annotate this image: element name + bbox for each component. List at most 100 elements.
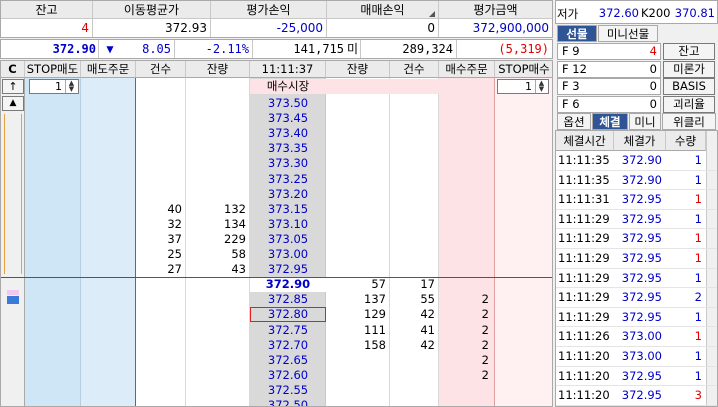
- sell-order-cell[interactable]: [81, 202, 136, 217]
- sell-order-cell[interactable]: [81, 383, 136, 398]
- stop-buy-cell[interactable]: [495, 232, 552, 247]
- stop-buy-cell[interactable]: [495, 187, 552, 202]
- buy-order-cell[interactable]: [439, 277, 495, 292]
- stop-sell-cell[interactable]: [25, 247, 81, 262]
- stop-buy-cell[interactable]: [495, 368, 552, 383]
- tab-weekly[interactable]: 위클리: [662, 113, 716, 130]
- stop-buy-cell[interactable]: [495, 338, 552, 353]
- price-level[interactable]: 372.60: [250, 368, 326, 383]
- sell-order-cell[interactable]: [81, 353, 136, 368]
- buy-order-cell[interactable]: 2: [439, 307, 495, 322]
- stop-sell-cell[interactable]: [25, 111, 81, 126]
- stop-buy-cell[interactable]: [495, 323, 552, 338]
- sell-order-cell[interactable]: [81, 292, 136, 307]
- sell-order-cell[interactable]: [81, 262, 136, 277]
- buy-order-cell[interactable]: 2: [439, 292, 495, 307]
- sell-order-cell[interactable]: [81, 156, 136, 171]
- price-level[interactable]: 373.10: [250, 217, 326, 232]
- buy-order-cell[interactable]: [439, 156, 495, 171]
- buy-order-cell[interactable]: [439, 111, 495, 126]
- buy-order-cell[interactable]: [439, 398, 495, 406]
- sell-order-cell[interactable]: [81, 338, 136, 353]
- stop-sell-cell[interactable]: [25, 156, 81, 171]
- sell-order-cell[interactable]: [81, 126, 136, 141]
- cancel-all-button[interactable]: C: [1, 61, 25, 78]
- stop-sell-cell[interactable]: [25, 383, 81, 398]
- sell-order-cell[interactable]: [81, 323, 136, 338]
- sell-order-cell[interactable]: [81, 232, 136, 247]
- price-level[interactable]: 372.75: [250, 323, 326, 338]
- sell-order-cell[interactable]: [81, 277, 136, 292]
- buy-order-cell[interactable]: [439, 96, 495, 111]
- stop-sell-cell[interactable]: [25, 172, 81, 187]
- tab-options[interactable]: 옵션: [557, 113, 591, 130]
- buy-order-cell[interactable]: [439, 172, 495, 187]
- price-level[interactable]: 373.35: [250, 141, 326, 156]
- stop-buy-cell[interactable]: [495, 353, 552, 368]
- buy-order-cell[interactable]: [439, 126, 495, 141]
- price-level[interactable]: 373.25: [250, 172, 326, 187]
- stop-sell-cell[interactable]: [25, 398, 81, 406]
- price-level[interactable]: 372.50: [250, 398, 326, 406]
- price-level[interactable]: 373.00: [250, 247, 326, 262]
- buy-order-cell[interactable]: [439, 202, 495, 217]
- stop-buy-cell[interactable]: [495, 383, 552, 398]
- stop-sell-cell[interactable]: [25, 232, 81, 247]
- buy-order-cell[interactable]: 2: [439, 323, 495, 338]
- fkey-action-button[interactable]: 괴리율: [663, 95, 715, 113]
- stop-sell-cell[interactable]: [25, 96, 81, 111]
- stop-buy-cell[interactable]: [495, 277, 552, 292]
- stop-buy-cell[interactable]: [495, 292, 552, 307]
- stop-sell-cell[interactable]: [25, 338, 81, 353]
- stop-sell-cell[interactable]: [25, 126, 81, 141]
- buy-order-cell[interactable]: [439, 141, 495, 156]
- buy-order-cell[interactable]: [439, 247, 495, 262]
- fkey-action-button[interactable]: 미론가: [663, 60, 715, 78]
- stop-sell-cell[interactable]: [25, 323, 81, 338]
- fkey-row[interactable]: F 6 0: [557, 95, 661, 113]
- fkey-action-button[interactable]: BASIS: [663, 78, 715, 95]
- scroll-track[interactable]: [4, 114, 22, 274]
- price-level[interactable]: 373.40: [250, 126, 326, 141]
- stop-buy-cell[interactable]: [495, 217, 552, 232]
- tab-trades[interactable]: 체결: [592, 113, 628, 130]
- price-level[interactable]: 372.80: [250, 307, 326, 323]
- stop-buy-cell[interactable]: [495, 111, 552, 126]
- tab-futures[interactable]: 선물: [557, 25, 597, 42]
- stop-sell-cell[interactable]: [25, 368, 81, 383]
- price-level[interactable]: 372.65: [250, 353, 326, 368]
- fkey-row[interactable]: F 3 0: [557, 78, 661, 95]
- stop-sell-cell[interactable]: [25, 277, 81, 292]
- market-buy-button[interactable]: 매수시장: [250, 79, 326, 94]
- buy-order-cell[interactable]: 2: [439, 353, 495, 368]
- sell-order-cell[interactable]: [81, 307, 136, 322]
- stop-buy-cell[interactable]: [495, 262, 552, 277]
- price-level[interactable]: 373.05: [250, 232, 326, 247]
- stop-sell-spinner-icon[interactable]: ▲ ▼: [65, 80, 77, 93]
- stop-sell-cell[interactable]: [25, 187, 81, 202]
- tab-mini[interactable]: 미니: [629, 113, 661, 130]
- price-level[interactable]: 372.70: [250, 338, 326, 353]
- price-level[interactable]: 373.30: [250, 156, 326, 171]
- buy-order-cell[interactable]: 2: [439, 338, 495, 353]
- stop-buy-cell[interactable]: [495, 398, 552, 406]
- buy-order-cell[interactable]: [439, 262, 495, 277]
- sell-order-cell[interactable]: [81, 111, 136, 126]
- sell-order-cell[interactable]: [81, 96, 136, 111]
- buy-order-cell[interactable]: 2: [439, 368, 495, 383]
- sell-order-cell[interactable]: [81, 217, 136, 232]
- stop-sell-cell[interactable]: [25, 141, 81, 156]
- scroll-top-button[interactable]: ▲: [2, 96, 24, 111]
- stop-buy-cell[interactable]: [495, 96, 552, 111]
- stop-sell-cell[interactable]: [25, 307, 81, 322]
- buy-order-cell[interactable]: [439, 383, 495, 398]
- fkey-action-button[interactable]: 잔고: [663, 43, 715, 60]
- stop-buy-cell[interactable]: [495, 307, 552, 322]
- fkey-row[interactable]: F 9 4: [557, 43, 661, 60]
- buy-order-cell[interactable]: [439, 217, 495, 232]
- stop-sell-cell[interactable]: [25, 353, 81, 368]
- buy-order-cell[interactable]: [439, 232, 495, 247]
- price-level[interactable]: 373.50: [250, 96, 326, 111]
- stop-buy-spinner-icon[interactable]: ▲ ▼: [535, 80, 547, 93]
- price-level[interactable]: 372.55: [250, 383, 326, 398]
